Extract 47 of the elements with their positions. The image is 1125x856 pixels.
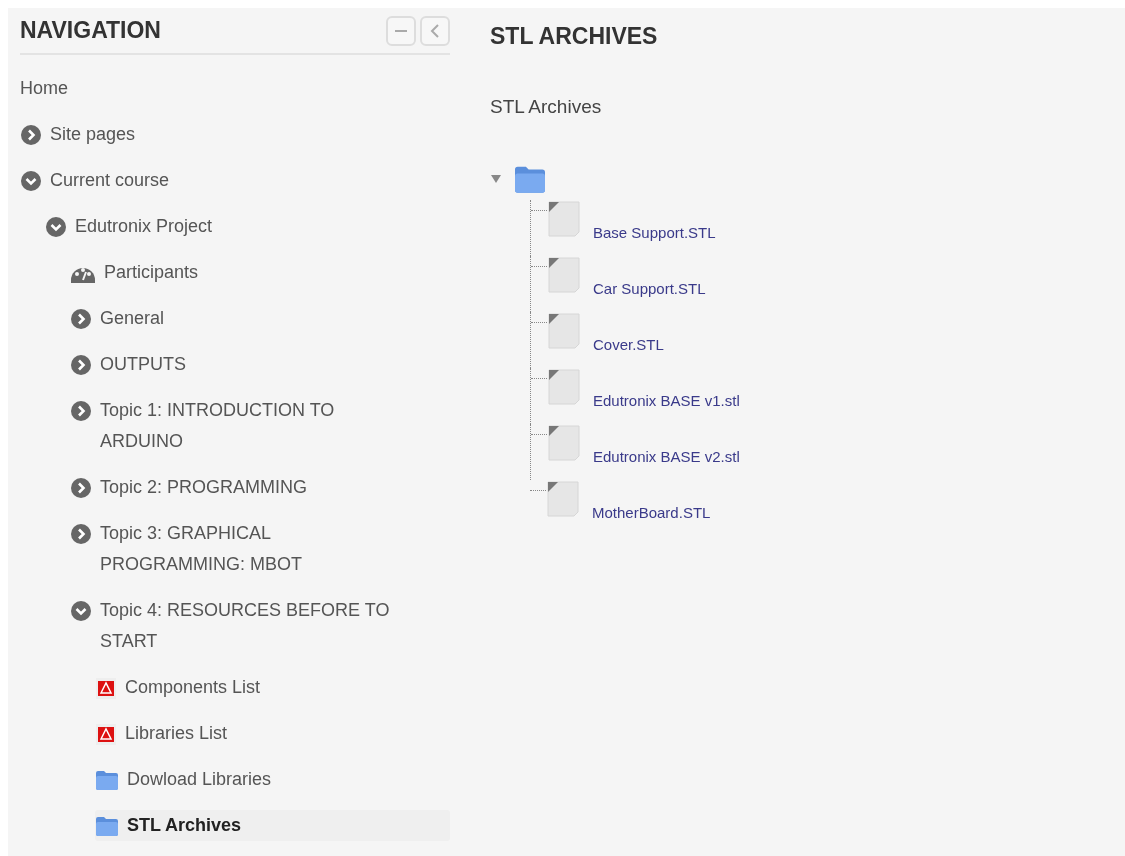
folder-icon — [512, 164, 548, 194]
folder-icon — [95, 814, 119, 837]
nav-link[interactable]: Topic 3: GRAPHICAL PROGRAMMING: MBOT — [100, 518, 420, 580]
folder-icon — [95, 768, 119, 791]
nav-link[interactable]: Libraries List — [125, 718, 228, 749]
nav-link[interactable]: Edutronix Project — [75, 211, 213, 242]
nav-link[interactable]: Topic 2: PROGRAMMING — [100, 472, 308, 503]
chevron-right-icon[interactable] — [70, 476, 92, 499]
chevron-down-icon[interactable] — [45, 215, 67, 238]
file-link[interactable]: Car Support.STL — [593, 280, 706, 297]
file-icon — [546, 480, 580, 518]
nav-link[interactable]: Current course — [50, 165, 170, 196]
file-link[interactable]: MotherBoard.STL — [592, 504, 711, 521]
chevron-down-icon[interactable] — [70, 599, 92, 622]
file-link[interactable]: Cover.STL — [593, 336, 664, 353]
nav-link[interactable]: Site pages — [50, 119, 136, 150]
nav-link[interactable]: OUTPUTS — [100, 349, 186, 380]
block-title: NAVIGATION — [20, 17, 161, 44]
page-title: STL ARCHIVES — [490, 22, 659, 50]
nav-link[interactable]: Topic 4: RESOURCES BEFORE TO START — [100, 595, 420, 657]
nav-link[interactable]: General — [100, 303, 165, 334]
chevron-right-icon[interactable] — [70, 522, 92, 545]
selected-row[interactable]: STL Archives — [95, 810, 450, 841]
file-link[interactable]: Base Support.STL — [593, 224, 716, 241]
page-subtitle: STL Archives — [490, 96, 603, 118]
chevron-left-icon — [430, 23, 440, 38]
file-icon — [547, 424, 581, 462]
file-link[interactable]: Edutronix BASE v1.stl — [593, 392, 740, 409]
chevron-right-icon[interactable] — [20, 123, 42, 146]
nav-link[interactable]: Dowload Libraries — [127, 764, 272, 795]
file-icon — [547, 200, 581, 238]
chevron-down-icon[interactable] — [20, 169, 42, 192]
nav-link[interactable]: STL Archives — [127, 810, 242, 841]
file-link[interactable]: Edutronix BASE v2.stl — [593, 448, 740, 465]
nav-link[interactable]: Components List — [125, 672, 261, 703]
file-icon — [547, 368, 581, 406]
pdf-icon — [95, 721, 117, 746]
nav-link[interactable]: Home — [20, 73, 68, 104]
file-icon — [547, 312, 581, 350]
nav-link[interactable]: Topic 1: INTRODUCTION TO ARDUINO — [100, 395, 420, 457]
triangle-down-icon[interactable] — [490, 174, 502, 184]
chevron-right-icon[interactable] — [70, 399, 92, 422]
nav-link[interactable]: Participants — [104, 257, 199, 288]
pdf-icon — [95, 675, 117, 700]
file-icon — [547, 256, 581, 294]
chevron-right-icon[interactable] — [70, 353, 92, 376]
chevron-right-icon[interactable] — [70, 307, 92, 330]
